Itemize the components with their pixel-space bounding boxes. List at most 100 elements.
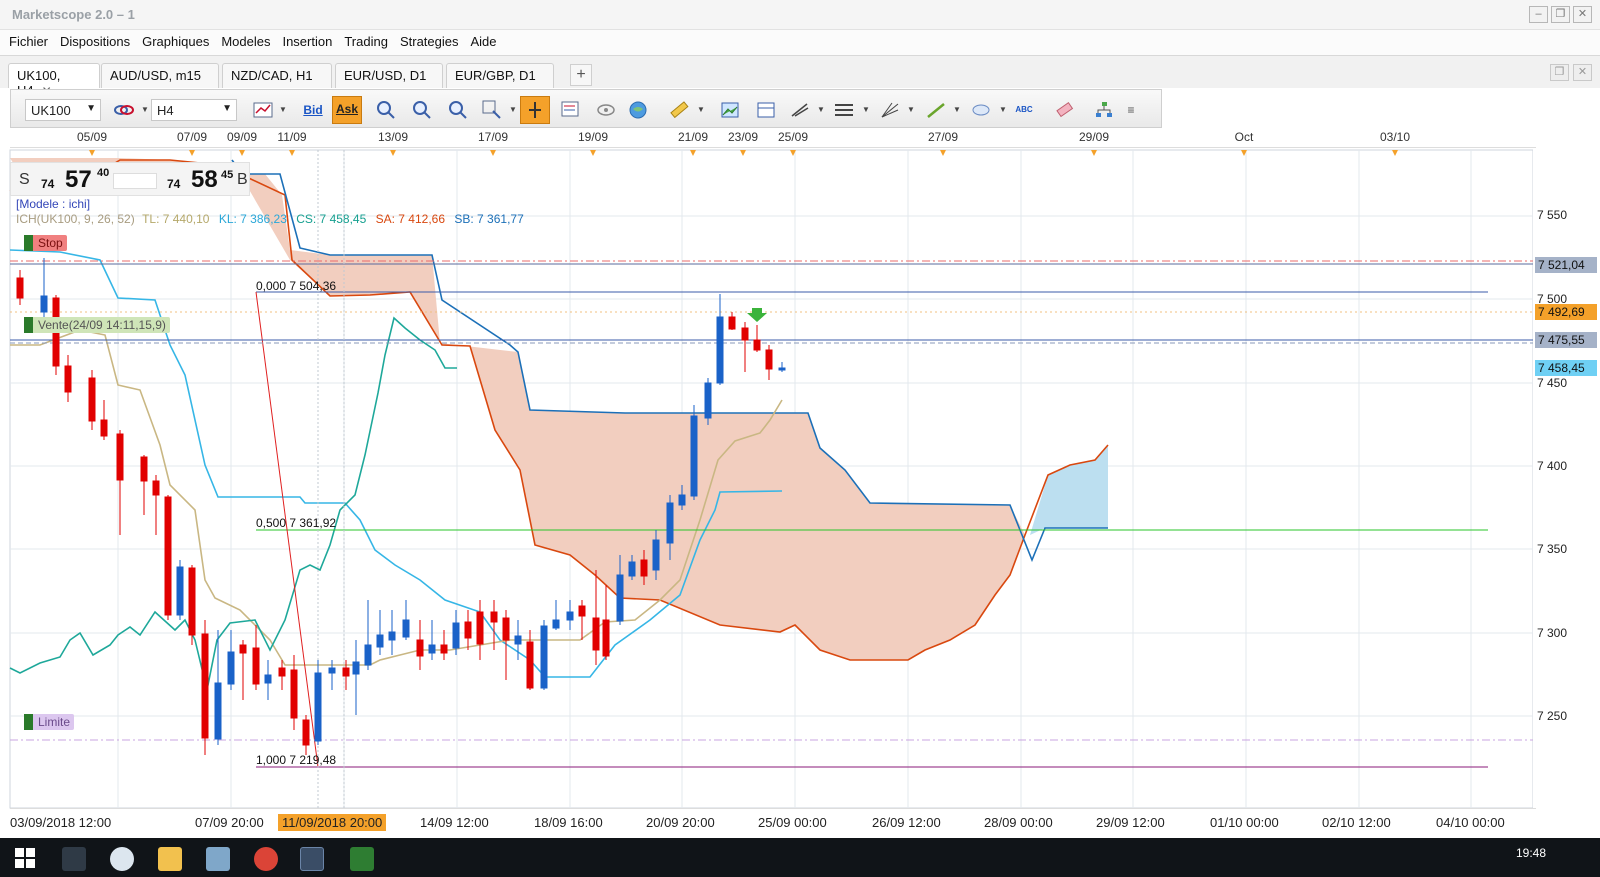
- minimize-icon[interactable]: –: [1529, 6, 1548, 23]
- ask-button[interactable]: Ask: [332, 96, 362, 124]
- image-icon[interactable]: [715, 96, 745, 124]
- price-chart[interactable]: [0, 148, 1600, 818]
- text-tool-icon[interactable]: ABC: [1009, 96, 1039, 124]
- timeframe-select[interactable]: H4 ▼: [151, 99, 237, 121]
- ask-price-label: 7 492,69: [1535, 304, 1597, 320]
- bottom-date-label: 18/09 16:00: [534, 815, 603, 830]
- add-tab-button[interactable]: +: [570, 64, 592, 86]
- tab-eur-usd-d1[interactable]: EUR/USD, D1: [335, 63, 443, 88]
- tab-nzd-cad-h1[interactable]: NZD/CAD, H1: [222, 63, 332, 88]
- menu-graphiques[interactable]: Graphiques: [137, 30, 214, 55]
- bottom-date-label: 04/10 00:00: [1436, 815, 1505, 830]
- bottom-date-label: 14/09 12:00: [420, 815, 489, 830]
- eye-icon[interactable]: [591, 96, 621, 124]
- ruler-icon[interactable]: [664, 96, 694, 124]
- chevron-down-icon[interactable]: ▼: [509, 105, 517, 114]
- bottom-date-label: 07/09 20:00: [195, 815, 264, 830]
- drag-handle[interactable]: [24, 235, 33, 251]
- menu-dispositions[interactable]: Dispositions: [55, 30, 135, 55]
- bottom-date-label: 25/09 00:00: [758, 815, 827, 830]
- bid-button[interactable]: Bid: [298, 96, 328, 124]
- ellipse-icon[interactable]: [966, 96, 996, 124]
- link-icon[interactable]: [109, 96, 139, 124]
- limit-label: Limite: [38, 715, 71, 729]
- more-tools-icon[interactable]: ≡: [1123, 96, 1139, 124]
- layout-icon[interactable]: [751, 96, 781, 124]
- buy-button[interactable]: 74 58 45: [161, 163, 241, 195]
- hierarchy-icon[interactable]: [1089, 96, 1119, 124]
- sell-button[interactable]: 74 57 40: [37, 163, 117, 195]
- tab-eur-gbp-d1[interactable]: EUR/GBP, D1: [446, 63, 554, 88]
- tab-aud-usd-m15[interactable]: AUD/USD, m15: [101, 63, 219, 88]
- zoom-out-icon[interactable]: [407, 96, 437, 124]
- zoom-in-icon[interactable]: [371, 96, 401, 124]
- ichimoku-tl: TL: 7 440,10: [142, 212, 210, 226]
- chevron-down-icon[interactable]: ▼: [817, 105, 825, 114]
- chevron-down-icon: ▼: [222, 103, 232, 114]
- sell-order-tag[interactable]: Vente(24/09 14:11,15,9): [24, 317, 170, 333]
- eraser-icon[interactable]: [1050, 96, 1080, 124]
- chevron-down-icon[interactable]: ▼: [953, 105, 961, 114]
- browser-icon[interactable]: [110, 847, 134, 871]
- marketscope-icon[interactable]: [300, 847, 324, 871]
- crosshair-icon[interactable]: [520, 96, 550, 124]
- chevron-down-icon[interactable]: ▼: [862, 105, 870, 114]
- drag-handle[interactable]: [24, 714, 33, 730]
- price-tick: 7 300: [1537, 626, 1568, 640]
- trading-app-icon[interactable]: [350, 847, 374, 871]
- menu-fichier[interactable]: Fichier: [4, 30, 53, 55]
- close-icon[interactable]: ✕: [1573, 6, 1592, 23]
- app-icon[interactable]: [206, 847, 230, 871]
- bottom-date-label: 03/09/2018 12:00: [10, 815, 112, 830]
- restore-icon[interactable]: ❐: [1551, 6, 1570, 23]
- tab-uk100-h4[interactable]: UK100, H4✕: [8, 63, 100, 98]
- ichimoku-sb: SB: 7 361,77: [454, 212, 524, 226]
- top-date-label: 07/09: [176, 130, 208, 144]
- menu-trading[interactable]: Trading: [339, 30, 393, 55]
- chart-type-icon[interactable]: [248, 96, 278, 124]
- chevron-down-icon[interactable]: ▼: [907, 105, 915, 114]
- fib-50-label: 0,500 7 361,92: [256, 516, 337, 530]
- chevron-down-icon[interactable]: ▼: [279, 105, 287, 114]
- menu-modeles[interactable]: Modeles: [216, 30, 275, 55]
- chevron-down-icon[interactable]: ▼: [999, 105, 1007, 114]
- data-window-icon[interactable]: [556, 96, 586, 124]
- tab-bar: UK100, H4✕ AUD/USD, m15 NZD/CAD, H1 EUR/…: [0, 56, 1600, 98]
- horizontal-lines-icon[interactable]: [829, 96, 859, 124]
- bottom-date-label: 26/09 12:00: [872, 815, 941, 830]
- top-date-label: Oct: [1234, 130, 1254, 144]
- restore-chart-icon[interactable]: ❐: [1550, 64, 1569, 81]
- chrome-icon[interactable]: [254, 847, 278, 871]
- fan-lines-icon[interactable]: [875, 96, 905, 124]
- bottom-date-label: 29/09 12:00: [1096, 815, 1165, 830]
- start-icon[interactable]: [14, 847, 38, 871]
- price-axis[interactable]: 7 550 7 500 7 450 7 400 7 350 7 300 7 25…: [1533, 148, 1600, 808]
- globe-icon[interactable]: [623, 96, 653, 124]
- sell-letter: S: [19, 171, 30, 188]
- buy-price-big: 58: [191, 166, 218, 193]
- zoom-area-icon[interactable]: [477, 96, 507, 124]
- top-date-label: 03/10: [1379, 130, 1411, 144]
- chikou-price-label: 7 458,45: [1535, 360, 1597, 376]
- menu-aide[interactable]: Aide: [466, 30, 502, 55]
- price-tick: 7 550: [1537, 208, 1568, 222]
- stop-order-tag[interactable]: Stop: [24, 235, 67, 251]
- chevron-down-icon[interactable]: ▼: [697, 105, 705, 114]
- menu-insertion[interactable]: Insertion: [277, 30, 337, 55]
- menu-strategies[interactable]: Strategies: [395, 30, 464, 55]
- pen-icon[interactable]: [921, 96, 951, 124]
- task-view-icon[interactable]: [62, 847, 86, 871]
- symbol-select[interactable]: UK100 ▼: [25, 99, 101, 121]
- drag-handle[interactable]: [24, 317, 33, 333]
- top-date-label: 09/09: [226, 130, 258, 144]
- window-controls: – ❐ ✕: [1529, 6, 1592, 23]
- trendline-tools-icon[interactable]: [785, 96, 815, 124]
- zoom-fit-icon[interactable]: [443, 96, 473, 124]
- ichimoku-name: ICH(UK100, 9, 26, 52): [16, 212, 135, 226]
- chevron-down-icon[interactable]: ▼: [141, 105, 149, 114]
- folder-icon[interactable]: [158, 847, 182, 871]
- tab-label: NZD/CAD, H1: [231, 68, 313, 83]
- top-date-label: 23/09: [727, 130, 759, 144]
- limit-order-tag[interactable]: Limite: [24, 714, 75, 730]
- close-chart-icon[interactable]: ✕: [1573, 64, 1592, 81]
